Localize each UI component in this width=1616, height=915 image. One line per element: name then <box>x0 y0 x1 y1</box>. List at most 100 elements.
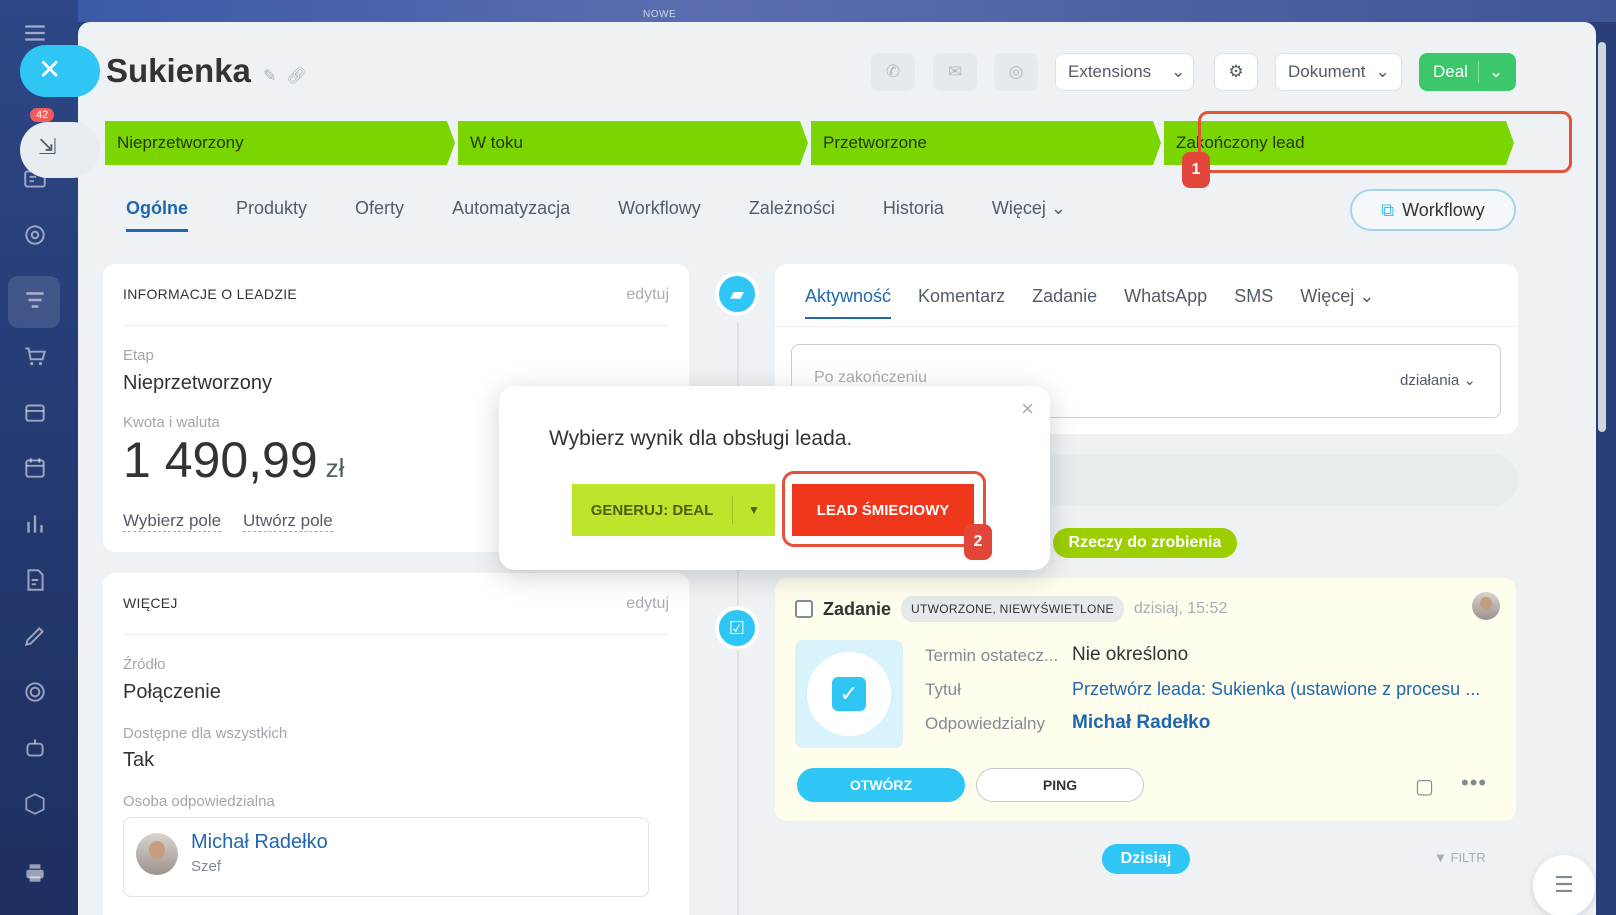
document-edit-icon[interactable] <box>20 567 50 597</box>
generate-deal-label: GENERUJ: DEAL <box>590 501 714 519</box>
timeline-task-dot: ☑ <box>715 606 759 650</box>
analytics-icon[interactable] <box>20 511 50 541</box>
calendar-icon[interactable] <box>20 455 50 485</box>
tab-general[interactable]: Ogólne <box>126 198 188 232</box>
tab-products[interactable]: Produkty <box>236 198 307 232</box>
stage-in-progress[interactable]: W toku <box>458 121 808 165</box>
stage-processed[interactable]: Przetworzone <box>811 121 1161 165</box>
tab-history[interactable]: Historia <box>883 198 944 232</box>
filter-button[interactable]: ▼ FILTR <box>1434 850 1486 865</box>
phone-icon: ✆ <box>885 62 901 81</box>
cart-icon[interactable] <box>20 343 50 373</box>
create-field-link[interactable]: Utwórz pole <box>243 511 333 532</box>
stage-unprocessed[interactable]: Nieprzetworzony <box>105 121 455 165</box>
minimize-panel-button[interactable]: ⇲ <box>20 122 100 178</box>
close-panel-button[interactable]: ✕ <box>20 45 100 97</box>
document-label: Dokument <box>1288 62 1366 81</box>
target-icon[interactable] <box>20 222 50 252</box>
card-heading: WIĘCEJ <box>123 595 178 611</box>
stage-label: W toku <box>470 133 523 152</box>
stage-highlight-outline <box>1198 111 1572 173</box>
avatar[interactable] <box>1472 592 1500 620</box>
funnel-icon[interactable] <box>20 287 50 317</box>
document-button[interactable]: Dokument ⌄ <box>1275 53 1402 91</box>
step-marker-2: 2 <box>964 524 992 560</box>
tab-activity[interactable]: Aktywność <box>805 286 892 319</box>
task-icon-tile: ✓ <box>795 640 903 748</box>
task-card: Zadanie UTWORZONE, NIEWYŚWIETLONE dzisia… <box>775 578 1516 821</box>
tab-dependencies[interactable]: Zależności <box>749 198 835 232</box>
close-icon[interactable]: × <box>1021 396 1034 422</box>
tab-sms[interactable]: SMS <box>1234 286 1273 319</box>
tab-more[interactable]: Więcej ⌄ <box>1300 286 1374 319</box>
amount-number: 1 490,99 <box>123 432 318 488</box>
field-label: Kwota i waluta <box>123 414 220 431</box>
responsible-person[interactable]: Michał Radełko Szef <box>123 817 649 897</box>
field-label: Tytuł <box>925 680 961 699</box>
arrow-down-right-icon: ⇲ <box>38 134 57 159</box>
task-title-link[interactable]: Przetwórz leada: Sukienka (ustawione z p… <box>1072 679 1480 700</box>
tab-more-label: Więcej <box>1300 286 1355 306</box>
lead-panel: Sukienka ✎ 🔗︎ ✆ ✉ ◎ Extensions ⌄ ⚙ Dokume… <box>78 22 1596 915</box>
call-button[interactable]: ✆ <box>871 53 915 91</box>
amount-value: 1 490,99 zł <box>123 431 344 489</box>
stage-label: Nieprzetworzony <box>117 133 244 152</box>
page-title: Sukienka <box>106 52 251 89</box>
printer-icon[interactable] <box>20 860 50 890</box>
workflow-icon: ⧉ <box>1381 199 1395 220</box>
responsible-link[interactable]: Michał Radełko <box>1072 712 1210 734</box>
edit-link[interactable]: edytuj <box>626 286 669 304</box>
note-icon[interactable]: ▢ <box>1415 774 1434 799</box>
task-title: Zadanie <box>823 598 892 619</box>
generate-deal-button[interactable]: GENERUJ: DEAL ▼ <box>572 484 775 536</box>
actions-label: działania <box>1400 372 1460 389</box>
select-field-link[interactable]: Wybierz pole <box>123 511 222 532</box>
deal-button[interactable]: Deal ⌄ <box>1419 53 1516 91</box>
link-icon[interactable]: 🔗︎ <box>286 68 306 85</box>
ping-button[interactable]: PING <box>976 768 1144 802</box>
source-value: Połączenie <box>123 681 221 703</box>
pencil-icon[interactable]: ✎ <box>263 68 276 85</box>
sign-icon[interactable] <box>20 623 50 653</box>
more-dots-icon[interactable]: ••• <box>1461 770 1487 796</box>
workflows-button[interactable]: ⧉ Workflowy <box>1350 189 1516 231</box>
tab-more[interactable]: Więcej ⌄ <box>992 198 1066 232</box>
open-button[interactable]: OTWÓRZ <box>797 768 965 802</box>
available-value: Tak <box>123 749 155 771</box>
robot-icon[interactable] <box>20 735 50 765</box>
chat-bubble-icon: ▰ <box>730 283 744 304</box>
tab-more-label: Więcej <box>991 198 1046 218</box>
scrollbar[interactable] <box>1598 42 1606 432</box>
task-checkbox[interactable] <box>795 600 813 618</box>
field-label: Źródło <box>123 656 166 673</box>
task-check-icon: ✓ <box>832 677 866 711</box>
tab-offers[interactable]: Oferty <box>355 198 404 232</box>
deadline-value[interactable]: Nie określono <box>1072 644 1188 666</box>
tab-comment[interactable]: Komentarz <box>918 286 1005 319</box>
edit-link[interactable]: edytuj <box>626 595 669 613</box>
field-label: Odpowiedzialny <box>925 714 1046 733</box>
tab-whatsapp[interactable]: WhatsApp <box>1124 286 1207 319</box>
task-time: dzisiaj, 15:52 <box>1133 600 1228 617</box>
tab-automation[interactable]: Automatyzacja <box>452 198 570 232</box>
settings-button[interactable]: ⚙ <box>1214 53 1258 91</box>
extensions-button[interactable]: Extensions ⌄ <box>1055 53 1194 91</box>
cube-icon[interactable] <box>20 791 50 821</box>
notification-counter: 42 <box>30 108 55 122</box>
lead-result-dialog: Wybierz wynik dla obsługi leada. × GENER… <box>499 386 1050 570</box>
list-menu-button[interactable]: ☰ <box>1533 855 1595 915</box>
tab-task[interactable]: Zadanie <box>1032 286 1097 319</box>
person-name[interactable]: Michał Radełko <box>191 831 328 854</box>
step-marker-1: 1 <box>1182 152 1210 188</box>
actions-dropdown[interactable]: działania ⌄ <box>1400 371 1476 389</box>
email-button[interactable]: ✉ <box>933 53 977 91</box>
timeline-comment-dot: ▰ <box>715 272 759 316</box>
chat-button[interactable]: ◎ <box>994 53 1038 91</box>
shield-icon[interactable] <box>20 679 50 709</box>
caret-down-icon[interactable]: ▼ <box>733 503 775 517</box>
deal-label: Deal <box>1433 62 1468 81</box>
top-notification-strip: NOWE <box>78 0 1616 22</box>
store-icon[interactable] <box>20 399 50 429</box>
tab-workflows[interactable]: Workflowy <box>618 198 701 232</box>
field-label: Etap <box>123 347 154 364</box>
